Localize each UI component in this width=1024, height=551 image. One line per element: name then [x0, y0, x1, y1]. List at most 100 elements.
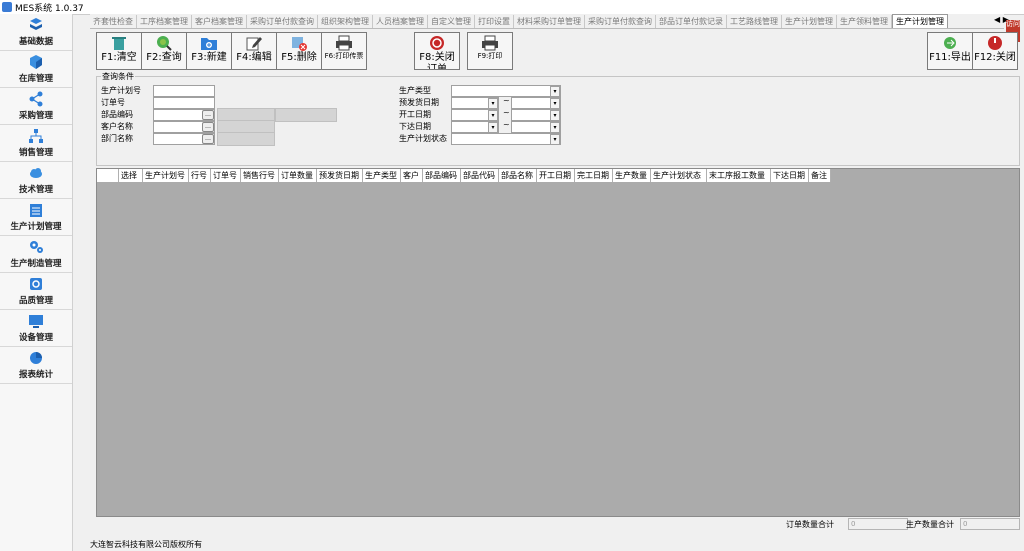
column-header[interactable]: 客户	[401, 169, 423, 182]
sidebar-item-basic-data[interactable]: 基础数据	[0, 14, 72, 51]
chevron-down-icon[interactable]: ▾	[550, 122, 560, 133]
query-button[interactable]: F2:查询	[141, 32, 187, 70]
sidebar-item-sales[interactable]: 销售管理	[0, 125, 72, 162]
gears-icon	[30, 241, 43, 253]
export-button[interactable]: F11:导出	[927, 32, 973, 70]
chevron-down-icon[interactable]: ▾	[488, 122, 498, 133]
sidebar-item-quality[interactable]: 品质管理	[0, 273, 72, 310]
column-header[interactable]: 下达日期	[771, 169, 809, 182]
column-header[interactable]: 开工日期	[537, 169, 575, 182]
quality-icon	[30, 278, 42, 290]
chevron-down-icon[interactable]: ▾	[550, 134, 560, 145]
tab[interactable]: 齐套性检查	[90, 15, 137, 28]
sidebar-item-production-plan[interactable]: 生产计划管理	[0, 199, 72, 236]
tab[interactable]: 部品订单付款记录	[656, 15, 727, 28]
ship-date-label: 预发货日期	[399, 98, 439, 107]
tab[interactable]: 工艺路线管理	[727, 15, 782, 28]
grid-row-header-corner	[97, 169, 119, 182]
customer-lookup-button[interactable]: …	[202, 122, 214, 132]
chevron-down-icon[interactable]: ▾	[488, 110, 498, 121]
chevron-down-icon[interactable]: ▾	[550, 110, 560, 121]
power-icon	[988, 36, 1002, 50]
data-grid[interactable]: 选择 生产计划号 行号 订单号 销售行号 订单数量 预发货日期 生产类型 客户 部品编码 部品代码部…	[96, 168, 1020, 517]
dept-lookup-button[interactable]: …	[202, 134, 214, 144]
tab[interactable]: 生产领料管理	[837, 15, 892, 28]
column-header[interactable]: 部品名称	[499, 169, 537, 182]
dept-display	[217, 132, 275, 146]
org-chart-icon	[29, 129, 43, 143]
print-button[interactable]: F9:打印	[467, 32, 513, 70]
tab[interactable]: 打印设置	[475, 15, 514, 28]
order-no-label: 订单号	[101, 98, 125, 107]
column-header[interactable]: 部品代码	[461, 169, 499, 182]
sidebar-item-technology[interactable]: 技术管理	[0, 162, 72, 199]
printer-icon	[482, 35, 498, 51]
sidebar-item-equipment[interactable]: 设备管理	[0, 310, 72, 347]
app-icon	[2, 2, 12, 12]
export-icon	[944, 37, 956, 49]
plan-status-label: 生产计划状态	[399, 134, 447, 143]
part-name-display	[275, 108, 337, 122]
sidebar-item-label: 生产制造管理	[10, 259, 62, 269]
plan-no-input[interactable]	[153, 85, 215, 97]
column-header[interactable]: 生产类型	[363, 169, 401, 182]
clear-button[interactable]: F1:清空	[96, 32, 142, 70]
print-ticket-button[interactable]: F6:打印传票	[321, 32, 367, 70]
chevron-down-icon[interactable]: ▾	[488, 98, 498, 109]
delete-button[interactable]: F5:删除	[276, 32, 322, 70]
column-header[interactable]: 部品编码	[423, 169, 461, 182]
globe-search-icon	[157, 36, 172, 51]
column-header[interactable]: 行号	[189, 169, 211, 182]
column-header[interactable]: 完工日期	[575, 169, 613, 182]
edit-button[interactable]: F4:编辑	[231, 32, 277, 70]
column-header[interactable]: 销售行号	[241, 169, 279, 182]
tab[interactable]: 采购订单付款查询	[585, 15, 656, 28]
sidebar-item-reports[interactable]: 报表统计	[0, 347, 72, 384]
plan-status-select[interactable]	[451, 133, 561, 145]
column-header[interactable]: 选择	[119, 169, 143, 182]
cube-stack-icon	[30, 18, 42, 30]
column-header[interactable]: 生产计划号	[143, 169, 189, 182]
chevron-down-icon[interactable]: ▾	[550, 86, 560, 97]
sidebar-item-purchasing[interactable]: 采购管理	[0, 88, 72, 125]
close-button[interactable]: F12:关闭	[972, 32, 1018, 70]
prod-qty-total-label: 生产数量合计	[906, 520, 954, 529]
sidebar-item-label: 设备管理	[18, 333, 53, 343]
tab[interactable]: 材料采购订单管理	[514, 15, 585, 28]
tab[interactable]: 采购订单付款查询	[247, 15, 318, 28]
sidebar-item-label: 采购管理	[18, 111, 53, 121]
sidebar-item-manufacturing[interactable]: 生产制造管理	[0, 236, 72, 273]
tab[interactable]: 组织架构管理	[318, 15, 373, 28]
dept-label: 部门名称	[101, 134, 133, 143]
column-header[interactable]: 预发货日期	[317, 169, 363, 182]
prod-qty-total-field: 0	[960, 518, 1020, 530]
query-panel: 查询条件 生产计划号 订单号 部品编码 … 客户名称 … 部门名称 … 生产类型…	[96, 71, 1020, 166]
tab[interactable]: 人员档案管理	[373, 15, 428, 28]
column-header[interactable]: 生产计划状态	[651, 169, 707, 182]
range-tilde: ~	[503, 120, 510, 129]
new-button[interactable]: F3:新建	[186, 32, 232, 70]
sidebar-item-label: 销售管理	[18, 148, 53, 158]
monitor-icon	[29, 315, 43, 328]
part-code-label: 部品编码	[101, 110, 133, 119]
column-header[interactable]: 生产数量	[613, 169, 651, 182]
sidebar-item-label: 在库管理	[18, 74, 53, 84]
tab[interactable]: 工序档案管理	[137, 15, 192, 28]
sidebar-item-inventory[interactable]: 在库管理	[0, 51, 72, 88]
prod-type-label: 生产类型	[399, 86, 431, 95]
column-header[interactable]: 订单号	[211, 169, 241, 182]
tab-active[interactable]: 生产计划管理	[892, 14, 948, 28]
title-bar: MES系统 1.0.37	[0, 0, 1024, 15]
column-header[interactable]: 末工序报工数量	[707, 169, 771, 182]
order-no-input[interactable]	[153, 97, 215, 109]
tab[interactable]: 客户档案管理	[192, 15, 247, 28]
column-header[interactable]: 备注	[809, 169, 831, 182]
tab[interactable]: 生产计划管理	[782, 15, 837, 28]
close-order-button[interactable]: F8:关闭订单	[414, 32, 460, 70]
start-date-label: 开工日期	[399, 110, 431, 119]
chevron-down-icon[interactable]: ▾	[550, 98, 560, 109]
tab[interactable]: 自定义管理	[428, 15, 475, 28]
column-header[interactable]: 订单数量	[279, 169, 317, 182]
sidebar-item-label: 技术管理	[18, 185, 53, 195]
part-code-lookup-button[interactable]: …	[202, 110, 214, 120]
